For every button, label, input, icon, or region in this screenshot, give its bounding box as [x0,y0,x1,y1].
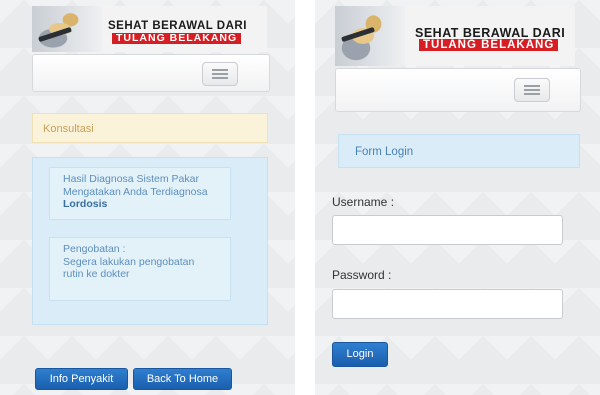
username-input[interactable] [332,215,563,245]
diagnosis-text: Hasil Diagnosa Sistem Pakar Mengatakan A… [63,173,208,198]
back-to-home-button[interactable]: Back To Home [133,368,232,390]
header-banner-login: SEHAT BERAWAL DARI TULANG BELAKANG [335,6,575,66]
info-penyakit-button[interactable]: Info Penyakit [35,368,128,390]
login-panel-title: Form Login [338,134,580,168]
login-button[interactable]: Login [332,342,388,367]
header-banner: SEHAT BERAWAL DARI TULANG BELAKANG [32,6,267,52]
banner-title: SEHAT BERAWAL DARI [108,20,247,32]
treatment-box: Pengobatan : Segera lakukan pengobatan r… [49,237,231,301]
spine-logo-image [32,6,102,52]
password-label: Password : [332,268,392,282]
treatment-title: Pengobatan : [63,243,126,255]
diagnosis-result: Lordosis [63,198,108,210]
diagnosis-result-box: Hasil Diagnosa Sistem Pakar Mengatakan A… [49,167,231,220]
consultation-panel-title: Konsultasi [32,113,268,143]
treatment-text: Segera lakukan pengobatan rutin ke dokte… [63,255,195,281]
banner-title: SEHAT BERAWAL DARI [415,26,566,40]
spine-logo-image [335,6,405,66]
username-label: Username : [332,195,395,209]
banner-subtitle: TULANG BELAKANG [112,33,242,44]
consultation-screen: SEHAT BERAWAL DARI TULANG BELAKANG Konsu… [0,0,295,395]
menu-toggle-icon[interactable] [202,62,238,86]
menu-toggle-icon[interactable] [514,78,550,102]
password-input[interactable] [332,289,563,319]
banner-subtitle: TULANG BELAKANG [419,39,559,51]
